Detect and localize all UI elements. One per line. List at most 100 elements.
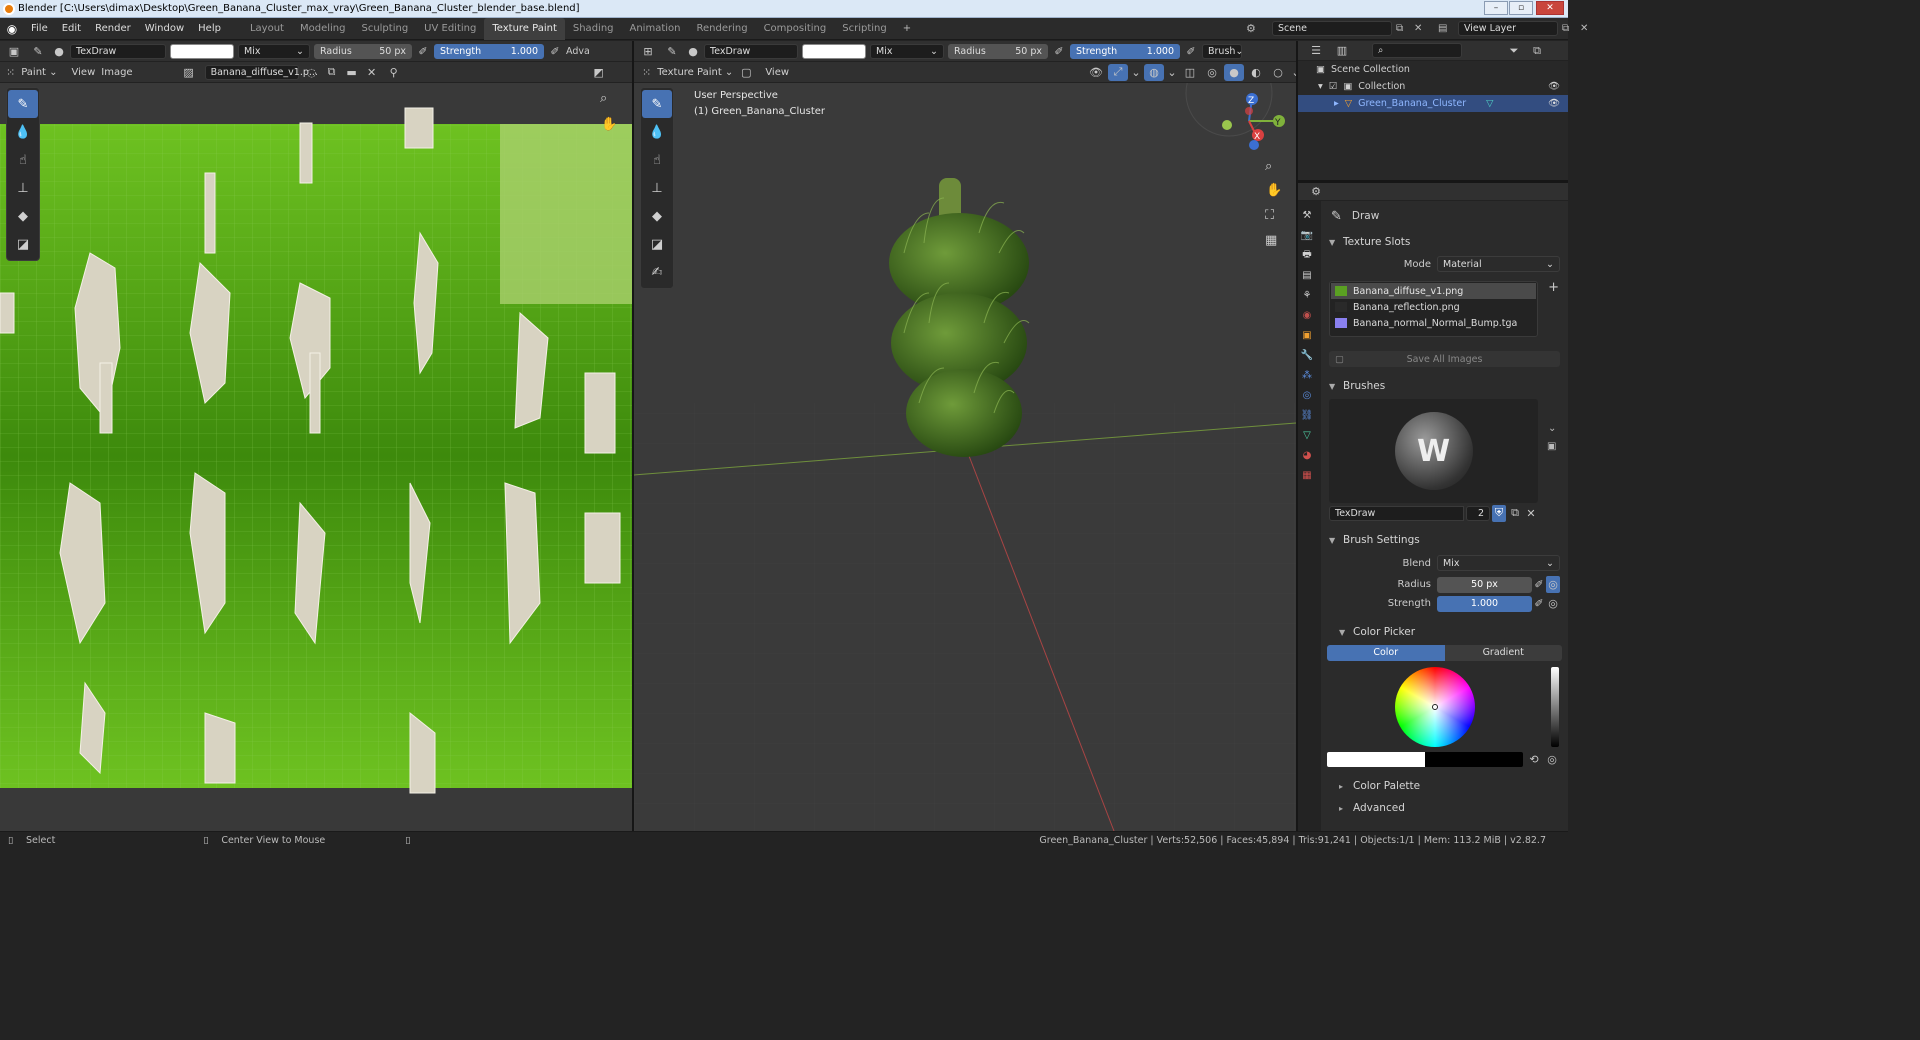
strength-field[interactable]: 1.000 — [1437, 595, 1532, 612]
world-tab-icon[interactable]: ◉ — [1298, 305, 1316, 325]
brush-users-count[interactable]: 2 — [1466, 505, 1490, 521]
pin-icon[interactable]: ⚲ — [385, 64, 403, 81]
display-channels-icon[interactable]: ◩ — [589, 64, 609, 81]
modifier-tab-icon[interactable]: 🔧 — [1298, 345, 1316, 365]
open-image-icon[interactable]: ▬ — [345, 64, 359, 81]
physics-tab-icon[interactable]: ◎ — [1298, 385, 1316, 405]
draw-tool-icon[interactable]: ✎ — [8, 90, 38, 118]
display-mode-icon[interactable]: ▥ — [1332, 42, 1352, 59]
tab-compositing[interactable]: Compositing — [756, 18, 835, 40]
minimize-button[interactable]: – — [1484, 1, 1508, 15]
outliner-object-row[interactable]: ▸ ▽ Green_Banana_Cluster ▽ 👁 — [1298, 95, 1568, 112]
overlays-icon[interactable]: ◍ — [1144, 63, 1164, 81]
advanced-menu[interactable]: Adva — [566, 46, 590, 57]
expand-arrow-icon[interactable]: ▸ — [1334, 98, 1339, 109]
strength-pressure-icon[interactable]: ✐ — [548, 43, 562, 60]
smear-tool-icon[interactable]: ☝ — [642, 146, 672, 174]
list-item[interactable]: Banana_normal_Normal_Bump.tga — [1331, 315, 1536, 331]
editor-type-icon[interactable]: ☰ — [1306, 42, 1326, 59]
tab-layout[interactable]: Layout — [242, 18, 292, 40]
blend-dropdown[interactable]: Mix ⌄ — [238, 43, 310, 59]
gizmo-toggle-icon[interactable]: ⤢ — [1108, 63, 1128, 81]
visibility-icon[interactable]: 👁 — [1086, 64, 1106, 81]
strength-slider[interactable]: Strength 1.000 — [434, 43, 544, 59]
close-button[interactable]: ✕ — [1536, 1, 1564, 15]
solid-shading-icon[interactable]: ● — [1224, 63, 1244, 81]
menu-file[interactable]: File — [24, 18, 55, 40]
clone-tool-icon[interactable]: ⊥ — [642, 174, 672, 202]
brush-menu[interactable]: Brush ⌄ — [1202, 43, 1243, 59]
tab-scripting[interactable]: Scripting — [834, 18, 894, 40]
outliner-collection[interactable]: ▾ ☑ ▣ Collection 👁 — [1298, 78, 1568, 95]
unlink-image-icon[interactable]: ✕ — [365, 64, 379, 81]
view-layer-tab-icon[interactable]: ▤ — [1298, 265, 1316, 285]
menu-render[interactable]: Render — [88, 18, 138, 40]
brush-preview[interactable]: W — [1329, 399, 1538, 503]
fill-tool-icon[interactable]: ◆ — [8, 202, 38, 230]
add-slot-button[interactable]: + — [1548, 280, 1559, 295]
delete-view-layer-icon[interactable]: ✕ — [1580, 23, 1594, 34]
fake-user-icon[interactable]: ⛨ — [1492, 504, 1506, 522]
add-workspace-button[interactable]: + — [895, 18, 919, 40]
radius-slider[interactable]: Radius 50 px — [948, 43, 1048, 59]
wireframe-shading-icon[interactable]: ◎ — [1202, 64, 1222, 81]
outliner-scene-collection[interactable]: ▣ Scene Collection — [1298, 61, 1568, 78]
3d-viewport[interactable]: Z Y X User Perspective (1) Green_Banana_… — [634, 83, 1296, 831]
radius-pressure-icon[interactable]: ✐ — [1052, 43, 1066, 60]
unlink-brush-icon[interactable]: ✕ — [1524, 505, 1538, 522]
menu-edit[interactable]: Edit — [55, 18, 88, 40]
camera-view-icon[interactable]: ⛶ — [1265, 208, 1274, 223]
brush-icon[interactable]: ✎ — [662, 43, 682, 60]
new-view-layer-icon[interactable]: ⧉ — [1562, 23, 1576, 34]
xray-icon[interactable]: ◫ — [1180, 64, 1200, 81]
soften-tool-icon[interactable]: 💧 — [8, 118, 38, 146]
strength-pressure-icon[interactable]: ✐ — [1532, 595, 1546, 612]
brush-color-swatch[interactable] — [802, 43, 866, 59]
radius-field[interactable]: 50 px — [1437, 576, 1532, 593]
pan-hand-icon[interactable]: ✋ — [601, 117, 617, 132]
data-tab-icon[interactable]: ▽ — [1298, 425, 1316, 445]
mask-tool-icon[interactable]: ◪ — [8, 230, 38, 258]
mask-tool-icon[interactable]: ◪ — [642, 230, 672, 258]
color-palette-subpanel-header[interactable]: ▸ Color Palette — [1321, 775, 1568, 797]
value-slider[interactable] — [1551, 667, 1559, 747]
view-layer-selector[interactable]: View Layer — [1458, 21, 1558, 36]
mesh-data-icon[interactable]: ▽ — [1486, 98, 1493, 109]
tab-rendering[interactable]: Rendering — [688, 18, 755, 40]
brush-settings-panel-header[interactable]: ▼ Brush Settings — [1321, 529, 1568, 551]
maximize-button[interactable]: ▫ — [1509, 1, 1533, 15]
menu-image[interactable]: Image — [101, 67, 132, 78]
tab-gradient[interactable]: Gradient — [1444, 645, 1562, 661]
radius-pressure-icon[interactable]: ✐ — [1532, 576, 1546, 593]
smear-tool-icon[interactable]: ☝ — [8, 146, 38, 174]
image-browse-icon[interactable]: ▨ — [179, 64, 199, 81]
tab-shading[interactable]: Shading — [565, 18, 622, 40]
blend-dropdown[interactable]: Mix ⌄ — [1437, 555, 1560, 571]
filter-icon[interactable]: ⏷ — [1504, 42, 1524, 59]
color-picker-subpanel-header[interactable]: ▼ Color Picker — [1321, 621, 1568, 643]
menu-window[interactable]: Window — [138, 18, 191, 40]
tab-color[interactable]: Color — [1327, 645, 1445, 661]
tab-uv-editing[interactable]: UV Editing — [416, 18, 484, 40]
brush-icon[interactable]: ✎ — [28, 43, 48, 60]
menu-view[interactable]: View — [765, 67, 789, 78]
menu-view[interactable]: View — [72, 67, 96, 78]
strength-slider[interactable]: Strength 1.000 — [1070, 43, 1180, 59]
tab-texture-paint[interactable]: Texture Paint — [484, 17, 565, 40]
material-tab-icon[interactable]: ◕ — [1298, 445, 1316, 465]
tab-modeling[interactable]: Modeling — [292, 18, 354, 40]
blend-dropdown[interactable]: Mix ⌄ — [870, 43, 944, 59]
scene-selector[interactable]: Scene — [1272, 21, 1392, 36]
radius-unified-icon[interactable]: ◎ — [1546, 576, 1560, 593]
brush-name-field[interactable]: TexDraw — [70, 43, 166, 59]
view-layer-icon[interactable]: ▤ — [1438, 23, 1454, 34]
primary-color-swatch[interactable] — [1327, 751, 1425, 767]
tab-animation[interactable]: Animation — [622, 18, 689, 40]
secondary-color-swatch[interactable] — [1425, 751, 1523, 767]
object-tab-icon[interactable]: ▣ — [1298, 325, 1316, 345]
menu-help[interactable]: Help — [191, 18, 228, 40]
strength-unified-icon[interactable]: ◎ — [1546, 595, 1560, 612]
draw-tool-icon[interactable]: ✎ — [642, 90, 672, 118]
editor-type-icon[interactable]: ▣ — [4, 43, 24, 60]
editor-type-icon[interactable]: ⚙ — [1306, 183, 1326, 200]
